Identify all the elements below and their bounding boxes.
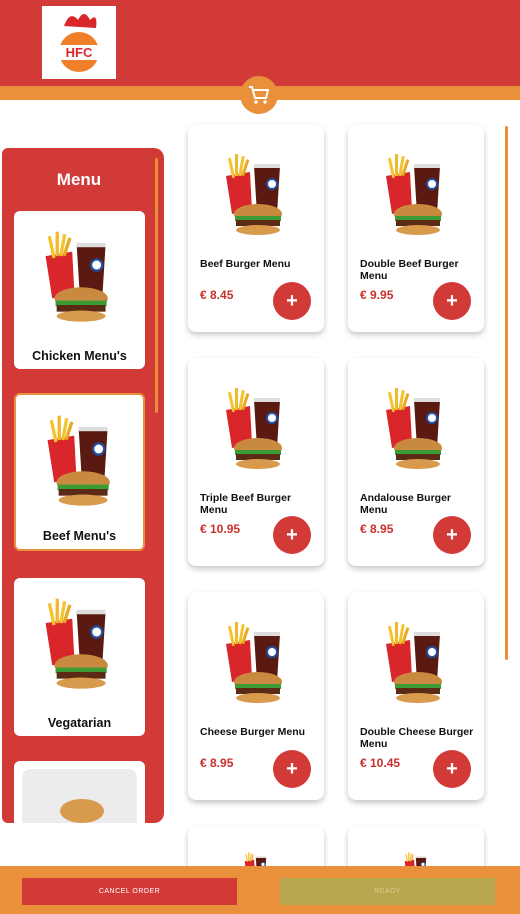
product-card-double-cheese-burger-menu[interactable]: Double Cheese Burger Menu € 10.45 + — [348, 592, 484, 800]
category-vegatarian[interactable]: Vegatarian — [14, 578, 145, 736]
product-card-triple-beef-burger-menu[interactable]: Triple Beef Burger Menu € 10.95 + — [188, 358, 324, 566]
product-name: Cheese Burger Menu — [200, 726, 306, 738]
add-to-cart-button[interactable]: + — [433, 516, 471, 554]
add-to-cart-button[interactable]: + — [273, 516, 311, 554]
product-price: € 8.95 — [360, 522, 394, 536]
product-card-andalouse-burger-menu[interactable]: Andalouse Burger Menu € 8.95 + — [348, 358, 484, 566]
product-price: € 10.45 — [360, 756, 401, 770]
meal-image — [38, 225, 122, 325]
meal-image — [382, 382, 452, 472]
category-card-partial[interactable] — [14, 761, 145, 823]
ready-button[interactable]: READY — [280, 878, 495, 905]
main-scrollbar[interactable] — [505, 126, 508, 660]
product-price: € 10.95 — [200, 522, 241, 536]
burger-icon — [60, 799, 104, 823]
meal-image — [382, 148, 452, 238]
meal-image — [382, 616, 452, 706]
shopping-cart-icon — [249, 86, 269, 104]
meal-image — [222, 382, 292, 472]
sidebar-title: Menu — [56, 170, 102, 189]
product-name: Andalouse Burger Menu — [360, 492, 452, 516]
hfc-logo: HFC — [42, 6, 116, 79]
add-to-cart-button[interactable]: + — [273, 282, 311, 320]
category-label: Chicken Menu's — [32, 349, 127, 363]
category-label: Beef Menu's — [42, 529, 117, 543]
add-to-cart-button[interactable]: + — [273, 750, 311, 788]
category-beef-menus[interactable]: Beef Menu's — [14, 393, 145, 551]
product-price: € 9.95 — [360, 288, 394, 302]
sidebar-scrollbar[interactable] — [155, 158, 158, 413]
category-sidebar: Menu Chicken Menu's Beef Menu's Vegatari… — [2, 148, 164, 823]
category-chicken-menus[interactable]: Chicken Menu's — [14, 211, 145, 369]
meal-image — [222, 148, 292, 238]
svg-text:HFC: HFC — [66, 45, 93, 60]
product-name: Triple Beef Burger Menu — [200, 492, 292, 516]
product-name: Beef Burger Menu — [200, 258, 291, 270]
product-card-beef-burger-menu[interactable]: Beef Burger Menu € 8.45 + — [188, 124, 324, 332]
add-to-cart-button[interactable]: + — [433, 750, 471, 788]
meal-image — [38, 592, 122, 692]
category-image-placeholder — [22, 769, 137, 823]
product-card-cheese-burger-menu[interactable]: Cheese Burger Menu € 8.95 + — [188, 592, 324, 800]
product-price: € 8.45 — [200, 288, 234, 302]
meal-image — [40, 409, 124, 509]
cart-button[interactable] — [240, 76, 278, 114]
product-name: Double Cheese Burger Menu — [360, 726, 474, 750]
meal-image — [222, 616, 292, 706]
product-price: € 8.95 — [200, 756, 234, 770]
product-name: Double Beef Burger Menu — [360, 258, 459, 282]
product-card-double-beef-burger-menu[interactable]: Double Beef Burger Menu € 9.95 + — [348, 124, 484, 332]
add-to-cart-button[interactable]: + — [433, 282, 471, 320]
cancel-order-button[interactable]: CANCEL ORDER — [22, 878, 237, 905]
category-label: Vegatarian — [47, 716, 112, 730]
